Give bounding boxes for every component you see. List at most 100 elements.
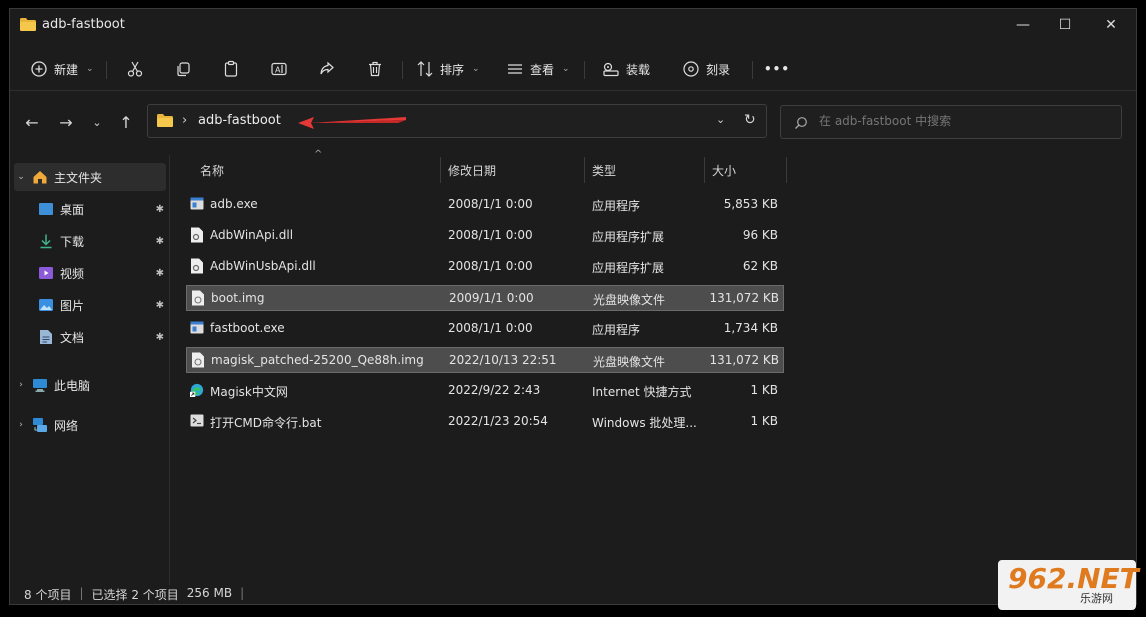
sidebar-item-desktop[interactable]: 桌面 ✱ bbox=[34, 195, 166, 223]
sort-icon bbox=[417, 61, 433, 77]
file-row[interactable]: fastboot.exe 2008/1/1 0:00 应用程序 1,734 KB bbox=[186, 316, 784, 342]
mount-icon bbox=[603, 62, 619, 77]
arrow-up-icon: ↑ bbox=[119, 113, 133, 132]
sidebar-item-pictures[interactable]: 图片 ✱ bbox=[34, 291, 166, 319]
pin-icon[interactable]: ✱ bbox=[156, 268, 164, 279]
chevron-right-icon[interactable]: › bbox=[14, 420, 28, 430]
file-name: 打开CMD命令行.bat bbox=[210, 416, 322, 430]
pin-icon[interactable]: ✱ bbox=[156, 332, 164, 343]
file-row-selected[interactable]: boot.img 2009/1/1 0:00 光盘映像文件 131,072 KB bbox=[186, 285, 784, 311]
sidebar-item-label: 主文件夹 bbox=[54, 170, 103, 185]
sidebar-item-downloads[interactable]: 下载 ✱ bbox=[34, 227, 166, 255]
chevron-right-icon[interactable]: › bbox=[14, 380, 28, 390]
column-header-name[interactable]: 名称 bbox=[200, 155, 224, 185]
pin-icon[interactable]: ✱ bbox=[156, 204, 164, 215]
rename-button[interactable]: A bbox=[270, 55, 288, 83]
recent-locations-button[interactable]: ⌄ bbox=[85, 116, 109, 129]
column-header-type[interactable]: 类型 bbox=[592, 155, 616, 185]
dll-file-icon bbox=[191, 258, 203, 274]
sidebar-item-label: 下载 bbox=[60, 234, 85, 249]
sidebar-item-documents[interactable]: 文档 ✱ bbox=[34, 323, 166, 351]
view-button[interactable]: 查看 ⌄ bbox=[506, 55, 570, 83]
search-input[interactable] bbox=[819, 114, 1109, 128]
close-button[interactable]: ✕ bbox=[1088, 9, 1134, 41]
more-options-button[interactable]: ••• bbox=[764, 55, 790, 83]
watermark-subtext: 乐游网 bbox=[1080, 592, 1113, 605]
rename-icon: A bbox=[271, 62, 287, 76]
column-divider[interactable] bbox=[704, 157, 705, 183]
window-title: adb-fastboot bbox=[42, 17, 125, 32]
burn-button[interactable]: 刻录 bbox=[682, 55, 730, 83]
column-divider[interactable] bbox=[786, 157, 787, 183]
sidebar-item-home[interactable]: ⌄ 主文件夹 bbox=[14, 163, 166, 191]
breadcrumb-item[interactable]: adb-fastboot bbox=[198, 113, 281, 128]
column-header-label: 修改日期 bbox=[448, 163, 497, 178]
column-divider[interactable] bbox=[440, 157, 441, 183]
status-divider: | bbox=[79, 586, 84, 600]
chevron-down-icon[interactable]: ⌄ bbox=[14, 172, 28, 182]
column-header-date[interactable]: 修改日期 bbox=[448, 155, 496, 185]
chevron-down-icon: ⌄ bbox=[86, 64, 94, 74]
download-icon bbox=[38, 233, 54, 249]
sort-button[interactable]: 排序 ⌄ bbox=[416, 55, 480, 83]
file-name: boot.img bbox=[211, 291, 265, 305]
file-type: 应用程序扩展 bbox=[592, 230, 665, 244]
pin-icon[interactable]: ✱ bbox=[156, 300, 164, 311]
column-divider[interactable] bbox=[584, 157, 585, 183]
pin-icon[interactable]: ✱ bbox=[156, 236, 164, 247]
view-icon bbox=[508, 64, 522, 74]
sidebar-item-network[interactable]: › 网络 bbox=[14, 411, 166, 439]
back-button[interactable]: ← bbox=[20, 113, 44, 132]
sidebar-item-this-pc[interactable]: › 此电脑 bbox=[14, 371, 166, 399]
file-size: 1,734 KB bbox=[723, 321, 778, 335]
minimize-button[interactable]: — bbox=[1000, 9, 1046, 41]
file-row-selected[interactable]: magisk_patched-25200_Qe88h.img 2022/10/1… bbox=[186, 347, 784, 373]
sidebar-item-label: 文档 bbox=[60, 330, 85, 345]
file-size: 131,072 KB bbox=[709, 291, 779, 305]
title-bar: adb-fastboot — ☐ ✕ bbox=[10, 9, 1136, 41]
svg-text:A: A bbox=[275, 66, 281, 75]
sidebar-item-videos[interactable]: 视频 ✱ bbox=[34, 259, 166, 287]
column-header-size[interactable]: 大小 bbox=[712, 155, 736, 185]
sidebar-item-label: 桌面 bbox=[60, 202, 85, 217]
address-bar[interactable]: › adb-fastboot ⌄ ↻ bbox=[147, 104, 767, 138]
file-row[interactable]: adb.exe 2008/1/1 0:00 应用程序 5,853 KB bbox=[186, 192, 784, 218]
share-button[interactable] bbox=[318, 55, 336, 83]
dll-file-icon bbox=[191, 227, 203, 243]
exe-file-icon bbox=[190, 197, 204, 210]
address-dropdown-button[interactable]: ⌄ bbox=[716, 113, 725, 126]
desktop-icon bbox=[38, 201, 54, 217]
edge-shortcut-icon bbox=[190, 383, 204, 397]
maximize-button[interactable]: ☐ bbox=[1042, 9, 1088, 41]
mount-label: 装载 bbox=[626, 62, 651, 77]
file-date: 2008/1/1 0:00 bbox=[448, 259, 533, 273]
paste-button[interactable] bbox=[222, 55, 240, 83]
file-date: 2022/9/22 2:43 bbox=[448, 383, 541, 397]
up-button[interactable]: ↑ bbox=[114, 113, 138, 132]
selected-count: 已选择 2 个项目 bbox=[91, 588, 179, 602]
delete-button[interactable] bbox=[366, 55, 384, 83]
divider bbox=[752, 61, 753, 79]
file-row[interactable]: AdbWinApi.dll 2008/1/1 0:00 应用程序扩展 96 KB bbox=[186, 223, 784, 249]
divider bbox=[584, 61, 585, 79]
file-row[interactable]: 打开CMD命令行.bat 2022/1/23 20:54 Windows 批处理… bbox=[186, 409, 784, 435]
sidebar-item-label: 此电脑 bbox=[54, 378, 91, 393]
search-box[interactable] bbox=[780, 105, 1122, 139]
video-icon bbox=[38, 265, 54, 281]
new-button[interactable]: 新建 ⌄ bbox=[30, 55, 94, 83]
picture-icon bbox=[38, 297, 54, 313]
column-header-label: 类型 bbox=[592, 163, 617, 178]
file-type: 光盘映像文件 bbox=[593, 355, 666, 369]
trash-icon bbox=[369, 61, 381, 77]
file-type: 光盘映像文件 bbox=[593, 293, 666, 307]
file-row[interactable]: Magisk中文网 2022/9/22 2:43 Internet 快捷方式 1… bbox=[186, 378, 784, 404]
forward-button[interactable]: → bbox=[54, 113, 78, 132]
selected-size: 256 MB bbox=[186, 586, 233, 600]
cut-button[interactable] bbox=[126, 55, 144, 83]
chevron-down-icon: ⌄ bbox=[562, 64, 570, 74]
mount-button[interactable]: 装载 bbox=[602, 55, 650, 83]
copy-button[interactable] bbox=[174, 55, 192, 83]
refresh-icon[interactable]: ↻ bbox=[744, 112, 756, 128]
computer-icon bbox=[32, 377, 48, 393]
file-row[interactable]: AdbWinUsbApi.dll 2008/1/1 0:00 应用程序扩展 62… bbox=[186, 254, 784, 280]
